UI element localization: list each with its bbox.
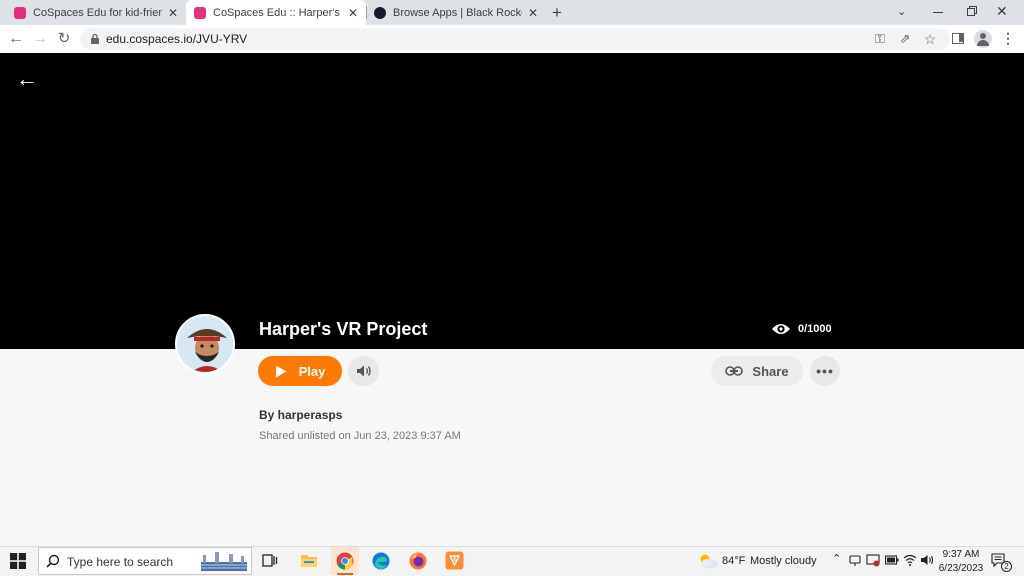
windows-start-icon[interactable] [10,553,26,569]
reload-icon[interactable]: ↻ [54,25,74,53]
tab-black-rocket[interactable]: Browse Apps | Black Rocket Arcad ✕ [366,0,546,25]
volume-icon[interactable] [920,554,934,566]
new-tab-icon[interactable]: + [552,4,562,21]
author-line: By harperasps [259,408,343,422]
task-view-icon[interactable] [262,553,278,569]
file-explorer-icon[interactable] [300,552,318,568]
back-arrow-icon[interactable]: ← [6,25,26,53]
show-hidden-icons-chevron-icon[interactable]: ⌃ [832,552,841,565]
clock-time[interactable]: 9:37 AM [941,549,981,560]
shared-date: Shared unlisted on Jun 23, 2023 9:37 AM [259,430,461,442]
address-bar[interactable]: edu.cospaces.io/JVU-YRV [80,28,950,50]
search-icon [46,554,60,568]
back-arrow-icon[interactable]: ← [16,66,38,92]
edge-icon[interactable] [372,552,390,570]
battery-icon[interactable] [885,555,899,565]
app-shield-icon[interactable] [445,551,464,570]
weather-temperature: 84°F [722,555,746,567]
chrome-icon[interactable] [336,552,354,570]
minimize-icon[interactable] [928,2,948,22]
tab-search-chevron-icon[interactable]: ⌄ [897,5,906,18]
play-button[interactable]: Play [258,356,342,386]
key-icon[interactable]: ⚿ [870,25,890,53]
browser-menu-icon[interactable]: ⋮ [998,24,1018,52]
author-avatar [175,314,235,374]
url-text: edu.cospaces.io/JVU-YRV [106,32,248,46]
more-options-button[interactable]: ••• [810,356,840,386]
lock-icon [91,33,99,44]
more-dots-icon: ••• [816,363,834,379]
share-page-icon[interactable]: ⇗ [895,25,915,53]
profile-avatar-icon[interactable] [974,30,992,48]
link-icon [725,366,744,376]
close-tab-icon[interactable]: ✕ [348,6,358,20]
tab-cospaces-home[interactable]: CoSpaces Edu for kid-friendly 3D ✕ [6,0,186,25]
play-icon [275,365,287,377]
close-tab-icon[interactable]: ✕ [528,6,538,20]
black-rocket-favicon-icon [374,6,386,19]
security-alert-icon[interactable] [866,553,880,567]
tab-title: CoSpaces Edu for kid-friendly 3D [33,6,162,19]
close-tab-icon[interactable]: ✕ [168,6,178,20]
meet-now-icon[interactable] [849,554,861,567]
project-viewer[interactable] [0,53,1024,349]
firefox-icon[interactable] [409,552,427,570]
cospaces-favicon-icon [14,6,26,19]
clock-date[interactable]: 6/23/2023 [937,563,985,574]
taskbar-search-box[interactable]: Type here to search [38,547,252,575]
search-highlight-image-icon [201,552,247,571]
restore-icon[interactable] [962,3,982,23]
weather-cloudy-icon[interactable] [697,553,719,569]
side-panel-icon[interactable] [952,33,964,44]
play-button-label: Play [298,363,326,379]
share-button-label: Share [752,363,789,379]
notification-count-badge: 2 [1001,561,1012,572]
wifi-icon[interactable] [903,554,917,566]
forward-arrow-icon[interactable]: → [30,25,50,53]
sound-toggle-button[interactable] [348,356,379,386]
tab-title: Browse Apps | Black Rocket Arcad [393,6,522,19]
share-button[interactable]: Share [711,356,803,386]
bookmark-star-icon[interactable]: ☆ [920,25,940,53]
chrome-active-indicator [337,573,353,575]
project-title: Harper's VR Project [259,319,428,339]
cospaces-favicon-icon [194,6,206,19]
search-placeholder: Type here to search [67,555,174,569]
project-details-panel [0,349,1024,546]
close-window-icon[interactable]: ✕ [996,3,1008,20]
view-count: 0/1000 [798,323,832,335]
eye-views-icon [772,324,790,334]
tab-title: CoSpaces Edu :: Harper's VR Proje [213,6,342,19]
tab-harpers-project[interactable]: CoSpaces Edu :: Harper's VR Proje ✕ [186,0,366,25]
speaker-icon [356,365,371,377]
weather-description: Mostly cloudy [750,555,817,567]
